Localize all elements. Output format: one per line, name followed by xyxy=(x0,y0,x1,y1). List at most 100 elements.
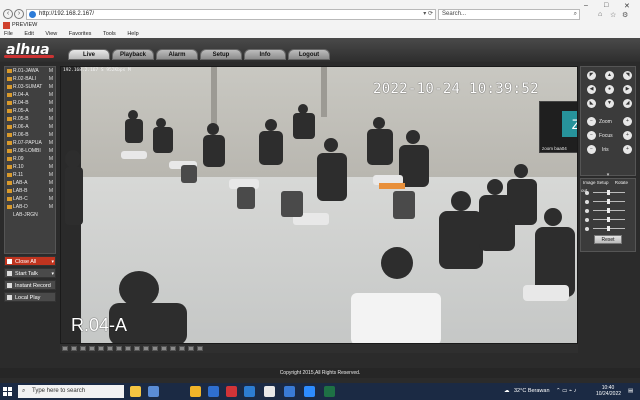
iris-open-icon[interactable]: + xyxy=(623,145,632,154)
app-red-icon[interactable] xyxy=(226,386,237,397)
camera-list-item[interactable]: R.05-B M xyxy=(5,115,55,123)
camera-list-item[interactable]: R.05-A M xyxy=(5,107,55,115)
minimize-icon[interactable]: – xyxy=(584,2,588,9)
ptz-up-right-icon[interactable]: ◥ xyxy=(623,71,632,80)
fullscreen-icon[interactable] xyxy=(197,346,203,351)
reset-button[interactable]: Reset xyxy=(594,235,622,244)
weather-icon[interactable]: ☁ xyxy=(504,383,510,400)
windows-start-icon[interactable] xyxy=(3,387,13,397)
favorites-icon[interactable]: ☆ xyxy=(610,11,616,19)
ptz-center-icon[interactable]: ● xyxy=(605,85,614,94)
chrome-icon[interactable] xyxy=(264,386,275,397)
camera-list-item[interactable]: R.06-A M xyxy=(5,123,55,131)
camera-list-item[interactable]: LAB-A M xyxy=(5,179,55,187)
local-play-button[interactable]: Local Play xyxy=(4,292,56,302)
notification-icon[interactable]: ▤ xyxy=(628,383,633,400)
browser-search-input[interactable]: Search... ⌕ xyxy=(438,9,580,20)
store-icon[interactable] xyxy=(244,386,255,397)
address-bar[interactable]: http://192.168.2.167/ ▾ ⟳ xyxy=(26,9,436,20)
camera-stream-toggle[interactable]: M xyxy=(49,131,53,139)
camera-list-item[interactable]: R.09 M xyxy=(5,155,55,163)
layout-36-icon[interactable] xyxy=(107,346,113,351)
settings-icon[interactable]: ⚙ xyxy=(622,11,628,19)
tray-icons[interactable]: ⌃ ▭ ⌁ ♪ xyxy=(556,383,576,400)
contrast-slider[interactable] xyxy=(585,199,633,205)
camera-list-item[interactable]: R.10 M xyxy=(5,163,55,171)
menu-help[interactable]: Help xyxy=(127,31,138,37)
camera-list-item[interactable]: LAB-B M xyxy=(5,187,55,195)
camera-list-item[interactable]: R.03-SUMAT M xyxy=(5,83,55,91)
zoom-out-icon[interactable]: − xyxy=(587,117,596,126)
zoom-app-icon[interactable] xyxy=(304,386,315,397)
chevron-down-icon[interactable]: ▾ xyxy=(51,257,54,267)
layout-16-icon[interactable] xyxy=(89,346,95,351)
tab-logout[interactable]: Logout xyxy=(288,49,330,60)
layout-32-icon[interactable] xyxy=(170,346,176,351)
camera-list-item[interactable]: LAB-D M xyxy=(5,203,55,211)
camera-list-item[interactable]: R.08-LOMBI M xyxy=(5,147,55,155)
maximize-icon[interactable]: □ xyxy=(604,2,608,9)
saturation-slider[interactable] xyxy=(585,208,633,214)
camera-stream-toggle[interactable]: M xyxy=(49,147,53,155)
camera-stream-toggle[interactable]: M xyxy=(49,163,53,171)
ptz-up-left-icon[interactable]: ◤ xyxy=(587,71,596,80)
camera-stream-toggle[interactable]: M xyxy=(49,107,53,115)
layout-8-icon[interactable] xyxy=(125,346,131,351)
mail-icon[interactable] xyxy=(208,386,219,397)
taskbar-search-input[interactable]: ⌕ Type here to search xyxy=(18,385,124,398)
ptz-up-icon[interactable]: ▲ xyxy=(605,71,614,80)
chevron-down-icon[interactable]: ▾ xyxy=(51,269,54,279)
camera-stream-toggle[interactable]: M xyxy=(49,139,53,147)
camera-stream-toggle[interactable]: M xyxy=(49,83,53,91)
browser-tab[interactable]: PREVIEW xyxy=(3,21,37,30)
camera-list-item[interactable]: R.04-B M xyxy=(5,99,55,107)
forward-icon[interactable]: › xyxy=(14,9,24,19)
home-icon[interactable]: ⌂ xyxy=(598,11,602,18)
hue-slider[interactable] xyxy=(585,217,633,223)
instant-record-button[interactable]: Instant Record xyxy=(4,280,56,290)
excel-icon[interactable] xyxy=(324,386,335,397)
camera-stream-toggle[interactable]: M xyxy=(49,99,53,107)
camera-list-item[interactable]: LAB-C M xyxy=(5,195,55,203)
camera-list-item[interactable]: R.06-B M xyxy=(5,131,55,139)
close-icon[interactable]: ✕ xyxy=(624,2,630,10)
tab-live[interactable]: Live xyxy=(68,49,110,60)
camera-stream-toggle[interactable]: M xyxy=(49,179,53,187)
zoom-in-icon[interactable]: + xyxy=(623,117,632,126)
layout-6-icon[interactable] xyxy=(134,346,140,351)
zoom-participant-overlay[interactable]: Z zoom baa04 xyxy=(539,101,577,153)
layout-1-icon[interactable] xyxy=(62,346,68,351)
tab-alarm[interactable]: Alarm xyxy=(156,49,198,60)
search-icon[interactable]: ⌕ xyxy=(574,10,577,19)
layout-13-icon[interactable] xyxy=(143,346,149,351)
camera-list-item[interactable]: R.04-A M xyxy=(5,91,55,99)
tab-setup[interactable]: Setup xyxy=(200,49,242,60)
weather-text[interactable]: 32°C Berawan xyxy=(514,383,550,400)
menu-view[interactable]: View xyxy=(45,31,57,37)
layout-4-icon[interactable] xyxy=(71,346,77,351)
refresh-icon[interactable]: ▾ ⟳ xyxy=(423,10,433,19)
layout-25b-icon[interactable] xyxy=(161,346,167,351)
tab-playback[interactable]: Playback xyxy=(112,49,154,60)
layout-20-icon[interactable] xyxy=(152,346,158,351)
tab-image-setup[interactable]: Image Setup xyxy=(583,180,609,185)
task-view-icon[interactable] xyxy=(148,386,159,397)
internet-explorer-icon[interactable] xyxy=(284,386,295,397)
layout-custom-icon[interactable] xyxy=(116,346,122,351)
taskbar-clock[interactable]: 10:40 10/24/2022 xyxy=(596,385,621,397)
camera-stream-toggle[interactable]: M xyxy=(49,203,53,211)
menu-tools[interactable]: Tools xyxy=(103,31,116,37)
camera-stream-toggle[interactable]: M xyxy=(49,195,53,203)
camera-stream-toggle[interactable]: M xyxy=(49,115,53,123)
menu-favorites[interactable]: Favorites xyxy=(69,31,92,37)
camera-stream-toggle[interactable]: M xyxy=(49,67,53,75)
layout-25-icon[interactable] xyxy=(98,346,104,351)
camera-stream-toggle[interactable]: M xyxy=(49,91,53,99)
camera-stream-toggle[interactable]: M xyxy=(49,171,53,179)
ptz-down-icon[interactable]: ▼ xyxy=(605,99,614,108)
ptz-down-right-icon[interactable]: ◢ xyxy=(623,99,632,108)
camera-list-item[interactable]: R.11 M xyxy=(5,171,55,179)
iris-close-icon[interactable]: − xyxy=(587,145,596,154)
sharpness-slider[interactable] xyxy=(585,226,633,232)
focus-out-icon[interactable]: − xyxy=(587,131,596,140)
